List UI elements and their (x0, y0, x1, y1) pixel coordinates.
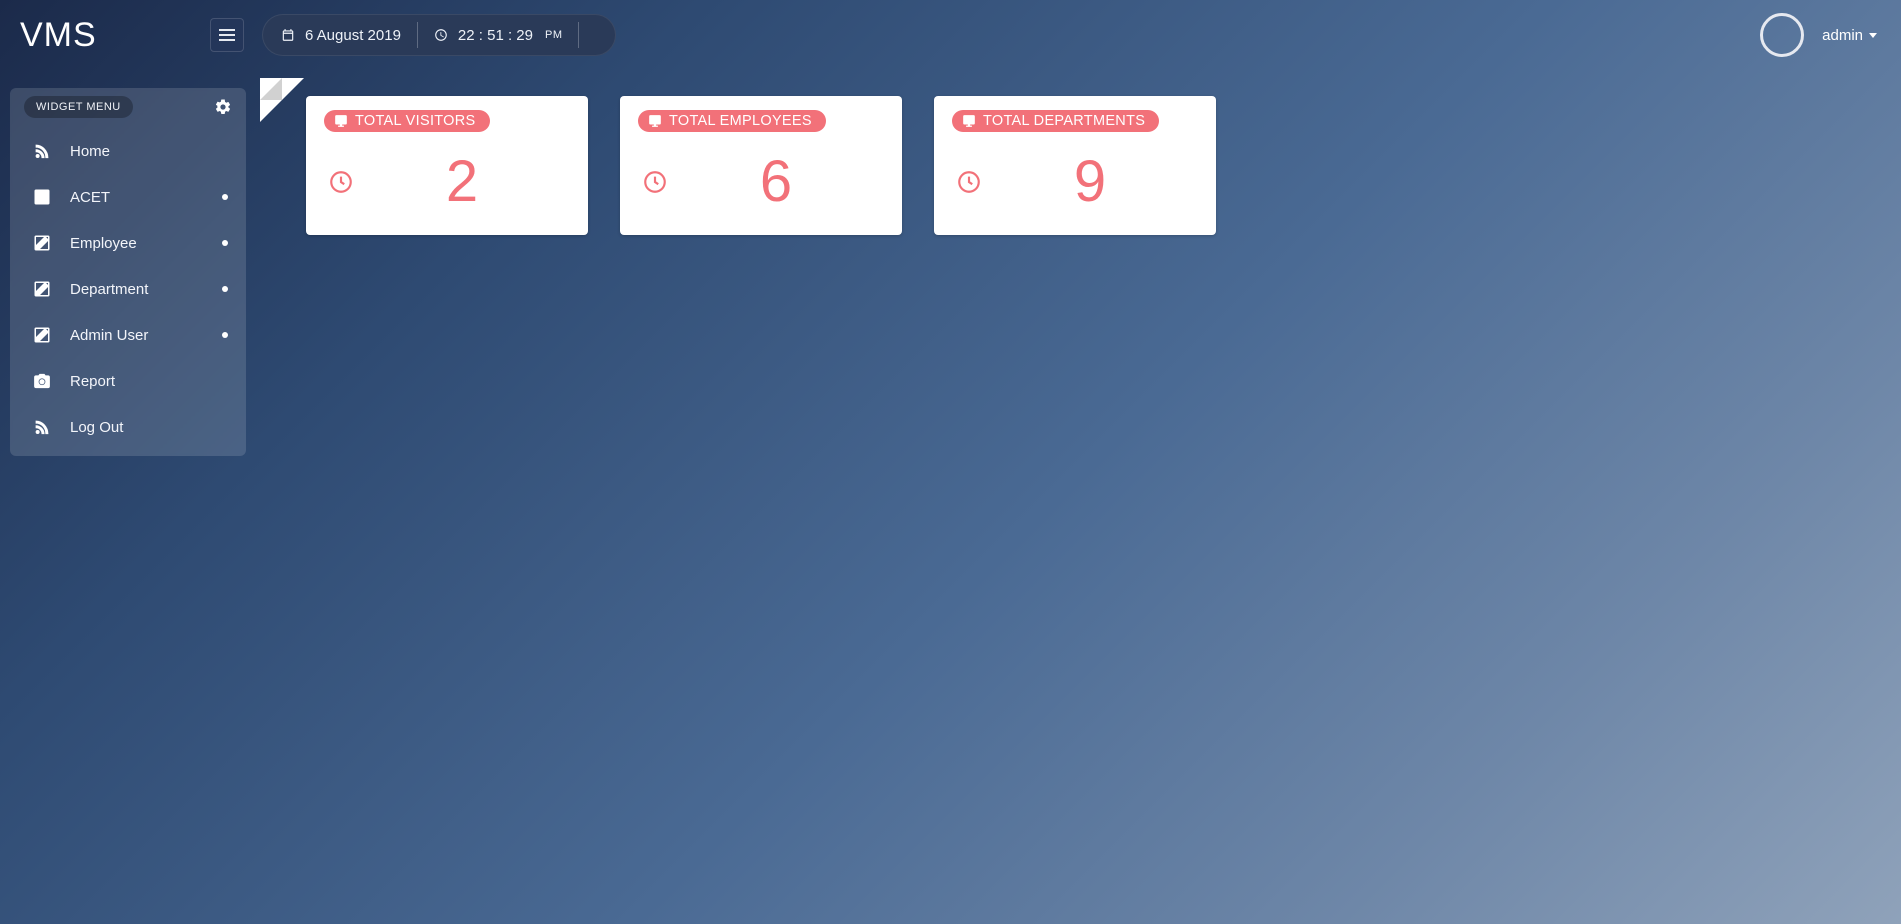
content-area: TOTAL VISITORS 2 TOTAL EMPLOYEES 6 (260, 78, 1881, 235)
date-chunk: 6 August 2019 (281, 27, 401, 44)
page-fold-icon (260, 78, 304, 122)
clock-icon (328, 169, 354, 195)
card-value: 6 (668, 153, 884, 211)
submenu-indicator-icon (222, 286, 228, 292)
user-name: admin (1822, 27, 1863, 44)
sidebar-item-admin-user[interactable]: Admin User (10, 312, 246, 358)
time-text: 22 : 51 : 29 (458, 27, 533, 44)
hamburger-icon (219, 29, 235, 41)
topbar: VMS 6 August 2019 22 : 51 : 29 PM admin (0, 0, 1901, 70)
sidebar-item-acet[interactable]: ACET (10, 174, 246, 220)
clock-icon (434, 28, 448, 42)
pill-separator (417, 22, 418, 48)
monitor-icon (648, 114, 662, 128)
card-value: 2 (354, 153, 570, 211)
app-logo: VMS (20, 16, 210, 55)
submenu-indicator-icon (222, 240, 228, 246)
sidebar-item-label: Report (70, 373, 115, 390)
sidebar-item-label: Department (70, 281, 148, 298)
edit-icon (32, 188, 52, 206)
pill-separator-2 (578, 22, 579, 48)
edit-icon (32, 234, 52, 252)
calendar-icon (281, 28, 295, 42)
date-text: 6 August 2019 (305, 27, 401, 44)
card-total-employees: TOTAL EMPLOYEES 6 (620, 96, 902, 235)
sidebar-menu: Home ACET Employee Department (10, 122, 246, 450)
monitor-icon (962, 114, 976, 128)
sidebar-item-label: Log Out (70, 419, 123, 436)
monitor-icon (334, 114, 348, 128)
datetime-pill: 6 August 2019 22 : 51 : 29 PM (262, 14, 616, 56)
card-total-visitors: TOTAL VISITORS 2 (306, 96, 588, 235)
sidebar-item-home[interactable]: Home (10, 128, 246, 174)
time-chunk: 22 : 51 : 29 PM (434, 27, 563, 44)
user-area: admin (1760, 13, 1887, 57)
sidebar-item-label: Employee (70, 235, 137, 252)
sidebar-item-label: ACET (70, 189, 110, 206)
time-suffix: PM (545, 29, 563, 41)
clock-icon (642, 169, 668, 195)
sidebar-item-report[interactable]: Report (10, 358, 246, 404)
sidebar-item-label: Home (70, 143, 110, 160)
card-title: TOTAL EMPLOYEES (638, 110, 826, 132)
submenu-indicator-icon (222, 194, 228, 200)
sidebar-toggle-button[interactable] (210, 18, 244, 52)
rss-icon (32, 418, 52, 436)
sidebar-title: WIDGET MENU (24, 96, 133, 118)
chevron-down-icon (1869, 33, 1877, 38)
card-title: TOTAL DEPARTMENTS (952, 110, 1159, 132)
rss-icon (32, 142, 52, 160)
sidebar-item-department[interactable]: Department (10, 266, 246, 312)
card-title-text: TOTAL EMPLOYEES (669, 113, 812, 129)
card-title-text: TOTAL DEPARTMENTS (983, 113, 1145, 129)
submenu-indicator-icon (222, 332, 228, 338)
gear-icon[interactable] (214, 98, 232, 116)
sidebar-item-logout[interactable]: Log Out (10, 404, 246, 450)
card-total-departments: TOTAL DEPARTMENTS 9 (934, 96, 1216, 235)
stat-cards: TOTAL VISITORS 2 TOTAL EMPLOYEES 6 (260, 78, 1881, 235)
card-title: TOTAL VISITORS (324, 110, 490, 132)
sidebar-item-employee[interactable]: Employee (10, 220, 246, 266)
sidebar-item-label: Admin User (70, 327, 148, 344)
edit-icon (32, 280, 52, 298)
sidebar: WIDGET MENU Home ACET Employee (10, 88, 246, 456)
card-value: 9 (982, 153, 1198, 211)
avatar[interactable] (1760, 13, 1804, 57)
edit-icon (32, 326, 52, 344)
camera-icon (32, 372, 52, 390)
user-menu-button[interactable]: admin (1822, 27, 1877, 44)
clock-icon (956, 169, 982, 195)
card-title-text: TOTAL VISITORS (355, 113, 476, 129)
